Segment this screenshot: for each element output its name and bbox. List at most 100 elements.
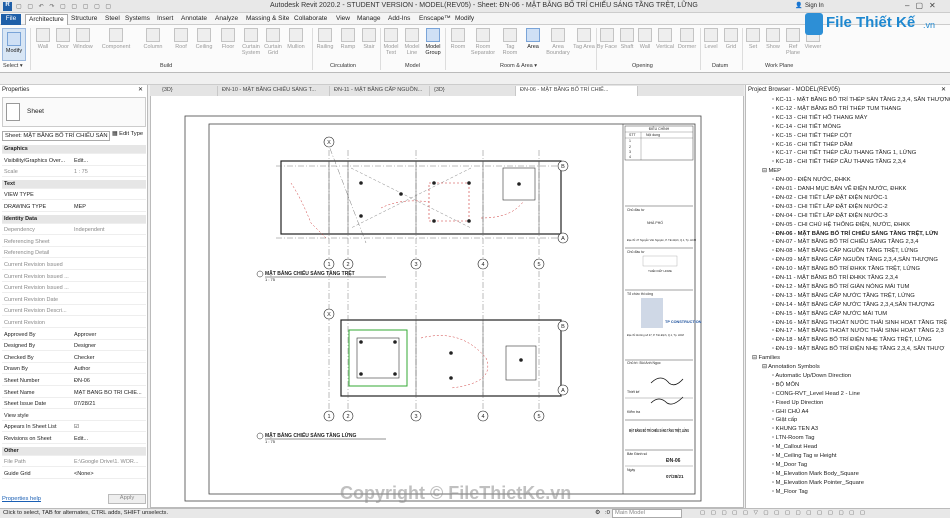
property-row[interactable]: View style <box>2 412 146 421</box>
browser-item[interactable]: ▫ KC-15 - CHI TIẾT THÉP CỘT <box>772 133 852 139</box>
tab-view-3d-2[interactable]: {3D} <box>430 86 516 96</box>
model-line-button[interactable]: Model Line <box>401 28 423 61</box>
property-row[interactable]: Checked By Checker <box>2 354 146 363</box>
property-value[interactable]: 07/28/21 <box>74 401 144 407</box>
browser-item[interactable]: ▫ ĐN-06 - MẶT BẰNG BỐ TRÍ CHIẾU SÁNG TẦN… <box>772 231 938 237</box>
browser-item[interactable]: ▫ ĐN-01 - DANH MỤC BẢN VẼ ĐIỆN NƯỚC, ĐHK… <box>772 186 906 192</box>
tab-file[interactable]: File <box>1 14 21 25</box>
browser-folder[interactable]: ⊟ Families <box>752 355 780 361</box>
tab-view[interactable]: View <box>333 14 353 25</box>
property-section[interactable]: Identity Data <box>2 214 146 224</box>
property-row[interactable]: DRAWING TYPE MEP <box>2 203 146 212</box>
property-value[interactable]: Designer <box>74 343 144 349</box>
set-button[interactable]: Set <box>742 28 764 61</box>
browser-item[interactable]: ▫ ĐN-15 - MẶT BẰNG CẤP NƯỚC MÁI TUM <box>772 311 887 317</box>
floor-button[interactable]: Floor <box>217 28 239 61</box>
drawing-view[interactable]: 1 2 3 4 5 1 2 3 4 5 B A B A X X MẶT BẰNG… <box>150 85 744 508</box>
revit-logo-icon[interactable]: R <box>3 2 12 11</box>
quick-access-toolbar[interactable]: ▢ ▢ ↶ ↷ ▢ ▢ ▢ ▢ ▢ <box>16 3 113 10</box>
property-value[interactable]: Edit... <box>74 158 144 164</box>
model-group-button[interactable]: Model Group <box>422 28 444 61</box>
tab-insert[interactable]: Insert <box>154 14 176 25</box>
browser-item[interactable]: ▫ KC-17 - CHI TIẾT THÉP CẦU THANG TẦNG 1… <box>772 150 916 156</box>
property-value[interactable]: Approver <box>74 332 144 338</box>
area-boundary-button[interactable]: Area Boundary <box>545 28 571 61</box>
browser-item[interactable]: ▫ LTN-Room Tag <box>772 435 814 441</box>
column-button[interactable]: Column <box>142 28 164 61</box>
property-row[interactable]: VIEW TYPE <box>2 191 146 201</box>
tab-view-dn06[interactable]: ĐN-06 - MẶT BẰNG BỐ TRÍ CHIẾ... <box>516 86 638 96</box>
browser-item[interactable]: ▫ GHI CHÚ A4 <box>772 409 809 415</box>
type-selector[interactable]: Sheet <box>2 97 146 127</box>
browser-item[interactable]: ▫ ĐN-08 - MẶT BẰNG CẤP NGUỒN TẦNG TRỆT, … <box>772 248 918 254</box>
tab-annotate[interactable]: Annotate <box>178 14 210 25</box>
browser-item[interactable]: ▫ ĐN-12 - MẶT BẰNG BỐ TRÍ GIÀN NÓNG MÁI … <box>772 284 909 290</box>
browser-item[interactable]: ▫ ĐN-11 - MẶT BẰNG BỐ TRÍ ĐHKK TẦNG 2,3,… <box>772 275 898 281</box>
property-value[interactable]: Author <box>74 366 144 372</box>
property-row[interactable]: Sheet Issue Date 07/28/21 <box>2 400 146 410</box>
browser-item[interactable]: ▫ CONG-RVT_Level Head 2 - Line <box>772 391 860 397</box>
browser-item[interactable]: ▫ ĐN-00 - ĐIỆN NƯỚC, ĐHKK <box>772 177 851 183</box>
apply-button[interactable]: Apply <box>108 494 146 504</box>
ceiling-button[interactable]: Ceiling <box>193 28 215 61</box>
tab-analyze[interactable]: Analyze <box>212 14 241 25</box>
tab-addins[interactable]: Add-Ins <box>385 14 413 25</box>
by-face-button[interactable]: By Face <box>596 28 618 61</box>
close-icon[interactable]: ✕ <box>138 86 143 93</box>
tab-view-dn10[interactable]: ĐN-10 - MẶT BẰNG CHIẾU SÁNG T... <box>218 86 330 96</box>
group-select[interactable]: Select ▾ <box>3 63 23 69</box>
curtain-grid-button[interactable]: Curtain Grid <box>262 28 284 61</box>
property-row[interactable]: Sheet Number ĐN-06 <box>2 377 146 386</box>
browser-item[interactable]: ▫ ĐN-17 - MẶT BẰNG THOÁT NƯỚC THẢI SINH … <box>772 328 944 334</box>
model-selector[interactable]: Main Model <box>612 509 682 518</box>
property-row[interactable]: Sheet Name MẶT BẰNG BỐ TRÍ CHIẾ... <box>2 389 146 398</box>
browser-item[interactable]: ▫ ĐN-04 - CHI TIẾT LẮP ĐẶT ĐIỆN NƯỚC-3 <box>772 213 888 219</box>
tab-steel[interactable]: Steel <box>102 14 123 25</box>
property-row[interactable]: Drawn By Author <box>2 365 146 375</box>
window-controls[interactable]: –▢✕ <box>905 1 942 10</box>
browser-item[interactable]: ▫ M_Door Tag <box>772 462 807 468</box>
door-button[interactable]: Door <box>52 28 74 61</box>
browser-item[interactable]: ▫ M_Ceiling Tag w Height <box>772 453 836 459</box>
browser-item[interactable]: ▫ ĐN-09 - MẶT BẰNG CẤP NGUỒN TẦNG 2,3,4,… <box>772 257 938 263</box>
mullion-button[interactable]: Mullion <box>285 28 307 61</box>
modify-button[interactable]: Modify <box>2 28 26 61</box>
property-value[interactable]: ĐN-06 <box>74 378 144 384</box>
browser-folder[interactable]: ⊟ Annotation Symbols <box>762 364 820 370</box>
browser-item[interactable]: ▫ ĐN-07 - MẶT BẰNG BỐ TRÍ CHIẾU SÁNG TẦN… <box>772 239 918 245</box>
tab-manage[interactable]: Manage <box>354 14 384 25</box>
wall-opening-button[interactable]: Wall <box>634 28 656 61</box>
properties-help-link[interactable]: Properties help <box>2 496 41 502</box>
level-button[interactable]: Level <box>700 28 722 61</box>
browser-item[interactable]: ▫ M_Elevation Mark Pointer_Square <box>772 480 864 486</box>
window-button[interactable]: Window <box>72 28 94 61</box>
browser-item[interactable]: ▫ ĐN-05 - CHI CHÚ HỆ THỐNG ĐIỆN, NƯỚC, Đ… <box>772 222 910 228</box>
property-row[interactable]: Approved By Approver <box>2 331 146 340</box>
stair-button[interactable]: Stair <box>358 28 380 61</box>
area-button[interactable]: Area <box>522 28 544 61</box>
browser-item[interactable]: ▫ ĐN-03 - CHI TIẾT LẮP ĐẶT ĐIỆN NƯỚC-2 <box>772 204 888 210</box>
ramp-button[interactable]: Ramp <box>337 28 359 61</box>
sign-in-link[interactable]: Sign In <box>805 3 824 9</box>
tab-systems[interactable]: Systems <box>122 14 153 25</box>
property-row[interactable]: Revisions on Sheet Edit... <box>2 435 146 444</box>
tag-room-button[interactable]: Tag Room <box>499 28 521 61</box>
property-value[interactable]: Edit... <box>74 436 144 442</box>
browser-item[interactable]: ▫ KC-14 - CHI TIẾT MÓNG <box>772 124 841 130</box>
tab-view-dn11[interactable]: ĐN-11 - MẶT BẰNG CẤP NGUỒN... <box>330 86 430 96</box>
browser-item[interactable]: ▫ ĐN-18 - MẶT BẰNG BỐ TRÍ ĐIỆN NHẸ TẦNG … <box>772 337 932 343</box>
property-value[interactable]: MẶT BẰNG BỐ TRÍ CHIẾ... <box>74 390 144 396</box>
status-toolbar-icons[interactable]: ▢ ▢ ▢ ▢ ▢ ▽ ▢ ▢ ▢ ▢ ▢ ▢ ▢ ▢ ▢ ▢ <box>700 510 867 516</box>
worksets-icon[interactable]: ⚙ <box>595 510 600 516</box>
property-row[interactable]: Visibility/Graphics Over... Edit... <box>2 157 146 166</box>
browser-item[interactable]: ▫ KHUNG TEN A3 <box>772 426 818 432</box>
browser-item[interactable]: ▫ Giật cấp <box>772 417 797 423</box>
railing-button[interactable]: Railing <box>314 28 336 61</box>
wall-button[interactable]: Wall <box>32 28 54 61</box>
property-row[interactable]: Appears In Sheet List ☑ <box>2 423 146 433</box>
property-section[interactable]: Text <box>2 179 146 189</box>
property-value[interactable]: Checker <box>74 355 144 361</box>
browser-item[interactable]: ▫ Automatic Up/Down Direction <box>772 373 851 379</box>
tab-massing-site[interactable]: Massing & Site <box>243 14 292 25</box>
property-value[interactable]: MEP <box>74 204 144 210</box>
